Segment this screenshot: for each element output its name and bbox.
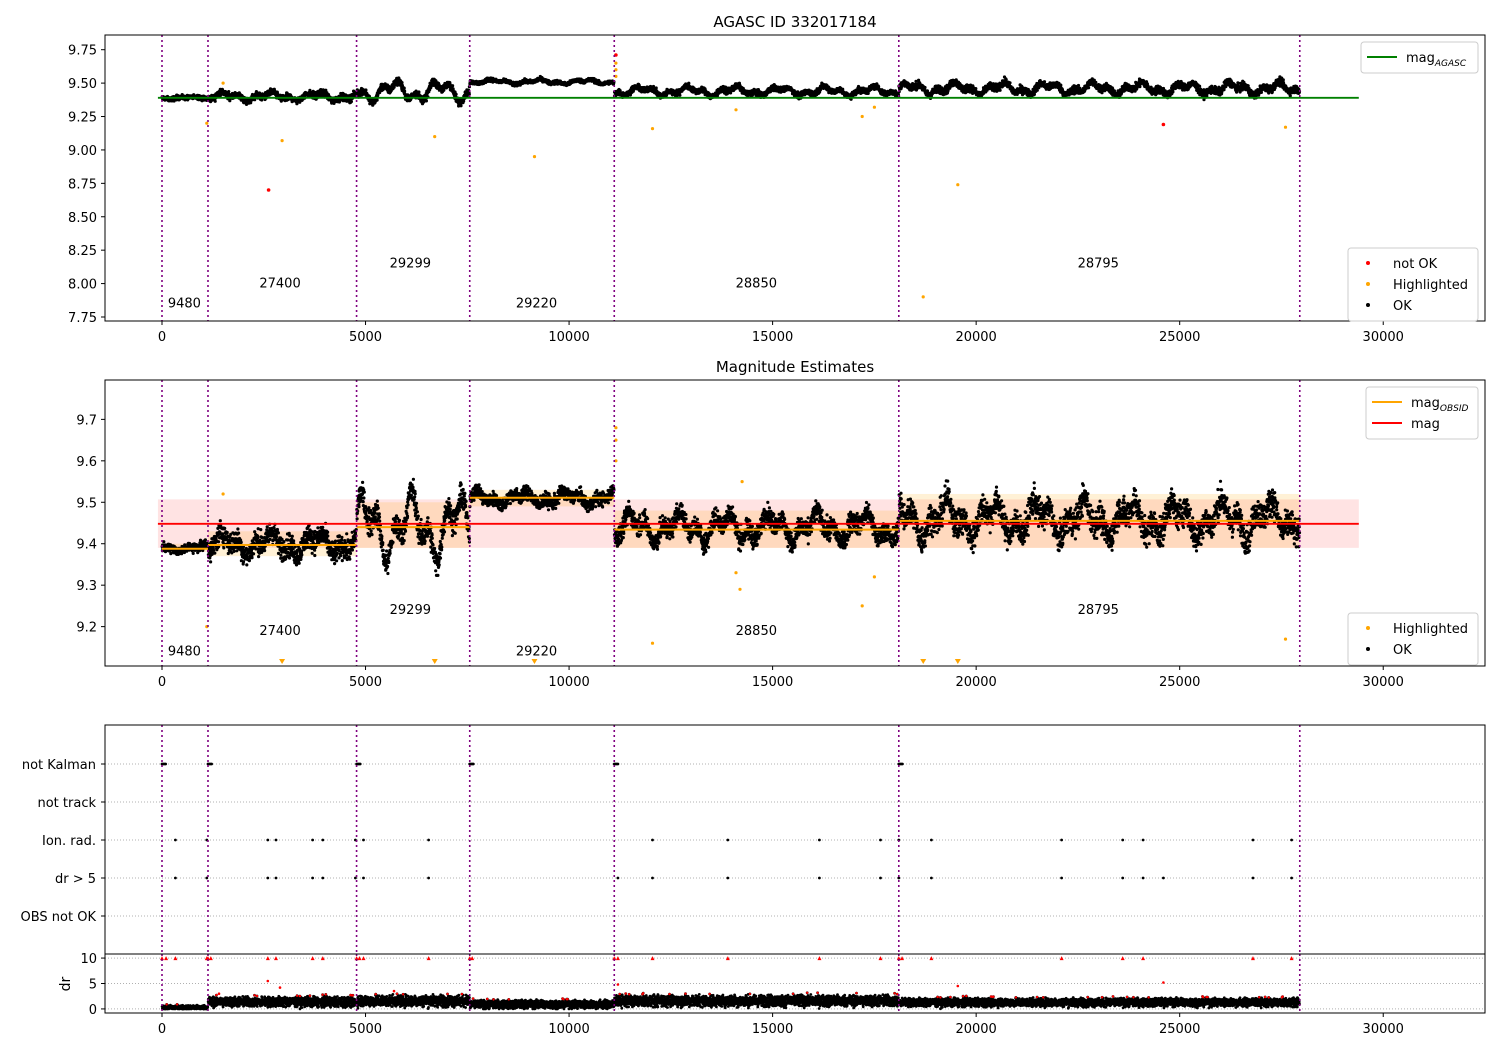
ok-point — [403, 89, 407, 93]
ok-point — [1008, 81, 1012, 85]
ok-point — [454, 92, 458, 96]
ok-point — [400, 81, 404, 85]
ok-point — [687, 81, 691, 85]
ok-point — [654, 86, 658, 90]
ok-point — [923, 85, 927, 90]
ok-point — [1032, 92, 1036, 96]
ok-point — [417, 90, 421, 94]
ok-point — [459, 104, 463, 108]
ok-point — [213, 99, 217, 103]
ok-point — [974, 87, 978, 91]
figure: AGASC ID 332017184 948027400292992922028… — [21, 13, 1486, 1037]
agasc-panel-title: AGASC ID 332017184 — [713, 13, 876, 31]
ok-point — [998, 88, 1002, 92]
agasc-panel: AGASC ID 332017184 948027400292992922028… — [68, 13, 1486, 345]
ok-point — [402, 86, 406, 90]
ok-point — [678, 93, 682, 97]
ok-point — [227, 90, 231, 94]
ok-point — [451, 84, 455, 88]
ok-point — [349, 99, 353, 104]
ok-point — [375, 98, 379, 102]
ok-point — [1059, 83, 1063, 87]
ok-point — [1042, 80, 1047, 84]
ok-point — [364, 88, 368, 92]
ok-point — [424, 99, 428, 103]
